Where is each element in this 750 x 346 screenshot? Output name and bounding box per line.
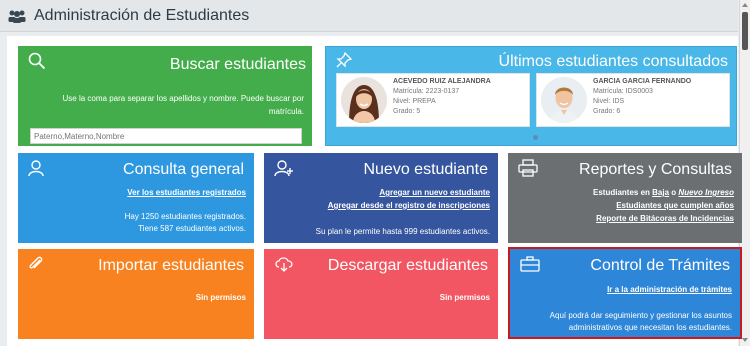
procedures-control-title: Control de Trámites: [590, 257, 730, 274]
new-student-tile: Nuevo estudiante Agregar un nuevo estudi…: [264, 153, 498, 243]
student-grade: Grado: 5: [393, 108, 421, 115]
status-students-connector: o: [671, 188, 677, 197]
briefcase-icon: [520, 255, 540, 278]
general-query-title: Consulta general: [123, 161, 244, 178]
view-registered-students-link[interactable]: Ver los estudiantes registrados: [127, 188, 246, 197]
student-card[interactable]: GARCIA GARCIA FERNANDO Matrícula: IDS000…: [536, 73, 730, 127]
page-title: Administración de Estudiantes: [34, 6, 250, 24]
student-name: ACEVEDO RUIZ ALEJANDRA: [393, 78, 491, 85]
new-enrollment-link[interactable]: Nuevo Ingreso: [678, 188, 734, 197]
import-students-title: Importar estudiantes: [98, 257, 244, 274]
registered-count-text: Hay 1250 estudiantes registrados.: [124, 212, 246, 221]
search-students-tile: Buscar estudiantes Use la coma para sepa…: [18, 46, 312, 146]
student-search-input[interactable]: [30, 128, 302, 144]
download-students-title: Descargar estudiantes: [327, 257, 488, 274]
plan-limit-note: Su plan le permite hasta 999 estudiantes…: [315, 227, 490, 236]
user-search-icon: [28, 159, 46, 182]
procedures-admin-link[interactable]: Ir a la administración de trámites: [607, 285, 732, 294]
printer-icon: [518, 159, 538, 182]
avatar: [541, 77, 587, 123]
student-card[interactable]: ACEVEDO RUIZ ALEJANDRA Matrícula: 2223-0…: [336, 73, 530, 127]
app-frame: Administración de Estudiantes Buscar est…: [0, 0, 750, 346]
student-enrollment: Matrícula: 2223-0137: [393, 88, 460, 95]
add-new-student-link[interactable]: Agregar un nuevo estudiante: [379, 188, 490, 197]
cloud-download-icon: [274, 255, 294, 278]
active-count-text: Tiene 587 estudiantes activos.: [138, 224, 246, 233]
incident-log-report-link[interactable]: Reporte de Bitácoras de Incidencias: [596, 214, 734, 223]
carousel-indicator[interactable]: [533, 135, 538, 140]
student-level: Nivel: IDS: [593, 98, 625, 105]
status-students-line: Estudiantes en Baja o Nuevo Ingreso: [593, 188, 734, 197]
search-students-title: Buscar estudiantes: [169, 56, 306, 73]
procedures-description-line1: Aquí podrá dar seguimiento y gestionar l…: [549, 311, 732, 320]
download-permission-status: Sin permisos: [439, 293, 490, 302]
dropped-students-link[interactable]: Baja: [652, 188, 669, 197]
dashboard-content: Buscar estudiantes Use la coma para sepa…: [7, 36, 742, 346]
student-level: Nivel: PREPA: [393, 98, 436, 105]
import-students-tile: Importar estudiantes Sin permisos: [18, 249, 254, 339]
scroll-thumb[interactable]: [742, 12, 748, 50]
recent-students-title: Últimos estudiantes consultados: [498, 53, 728, 70]
reports-tile: Reportes y Consultas Estudiantes en Baja…: [508, 153, 742, 243]
scroll-up-icon[interactable]: [742, 3, 748, 7]
add-from-registrations-link[interactable]: Agregar desde el registro de inscripcion…: [328, 201, 490, 210]
birthday-students-link[interactable]: Estudiantes que cumplen años: [616, 201, 734, 210]
recent-students-tile: Últimos estudiantes consultados ACEVEDO …: [325, 46, 737, 146]
student-grade: Grado: 6: [593, 108, 621, 115]
status-students-prefix: Estudiantes en: [593, 188, 650, 197]
paperclip-icon: [28, 255, 44, 278]
download-students-tile: Descargar estudiantes Sin permisos: [264, 249, 498, 339]
reports-title: Reportes y Consultas: [579, 161, 732, 178]
procedures-control-tile: Control de Trámites Ir a la administraci…: [508, 247, 742, 339]
general-query-tile: Consulta general Ver los estudiantes reg…: [18, 153, 254, 243]
search-description: Use la coma para separar los apellidos y…: [62, 94, 304, 116]
search-icon: [28, 52, 46, 75]
scroll-down-icon[interactable]: [742, 338, 748, 342]
import-permission-status: Sin permisos: [195, 293, 246, 302]
pin-icon: [336, 51, 353, 73]
avatar: [341, 77, 387, 123]
procedures-description-line2: administrativos que necesitan los estudi…: [568, 323, 732, 332]
add-user-icon: [274, 159, 294, 182]
header-bar: Administración de Estudiantes: [0, 0, 738, 32]
new-student-title: Nuevo estudiante: [363, 161, 488, 178]
student-enrollment: Matrícula: IDS0003: [593, 88, 653, 95]
student-name: GARCIA GARCIA FERNANDO: [593, 78, 692, 85]
students-group-icon: [8, 8, 28, 24]
